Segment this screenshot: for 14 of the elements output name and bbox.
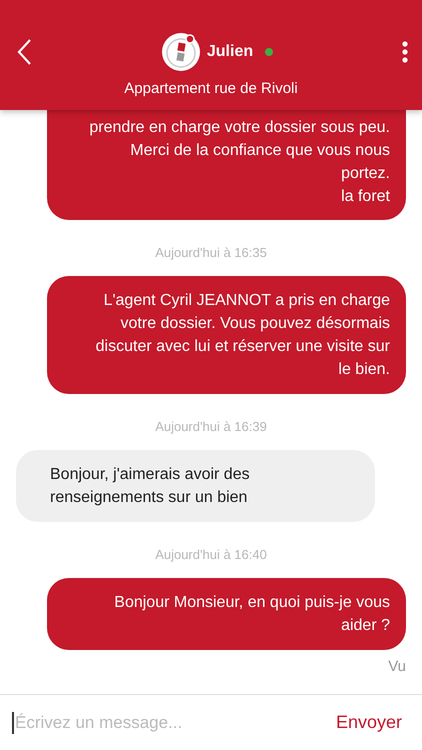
more-options-icon[interactable] <box>402 41 408 63</box>
back-icon[interactable] <box>16 38 32 66</box>
sent-message: prendre en charge votre dossier sous peu. Merci de la confiance que vous nous portez. la foret <box>47 110 406 220</box>
avatar-logo <box>160 32 201 72</box>
read-receipt: Vu <box>388 658 406 675</box>
contact-name: Julien <box>206 43 254 61</box>
conversation-subject: Appartement rue de Rivoli <box>123 80 299 97</box>
sent-message: L'agent Cyril JEANNOT a pris en charge votre dossier. Vous pouvez désormais discuter avec lui et réserver une visite sur le bien. <box>47 276 406 394</box>
received-message: Bonjour, j'aimerais avoir des renseignements sur un bien <box>16 450 375 522</box>
send-button[interactable]: Envoyer <box>330 711 408 734</box>
sent-message: Bonjour Monsieur, en quoi puis-je vous aider ? <box>47 578 406 650</box>
message-timestamp: Aujourd'hui à 16:40 <box>155 547 267 562</box>
message-timestamp: Aujourd'hui à 16:35 <box>155 245 267 260</box>
message-timestamp: Aujourd'hui à 16:39 <box>155 419 267 434</box>
